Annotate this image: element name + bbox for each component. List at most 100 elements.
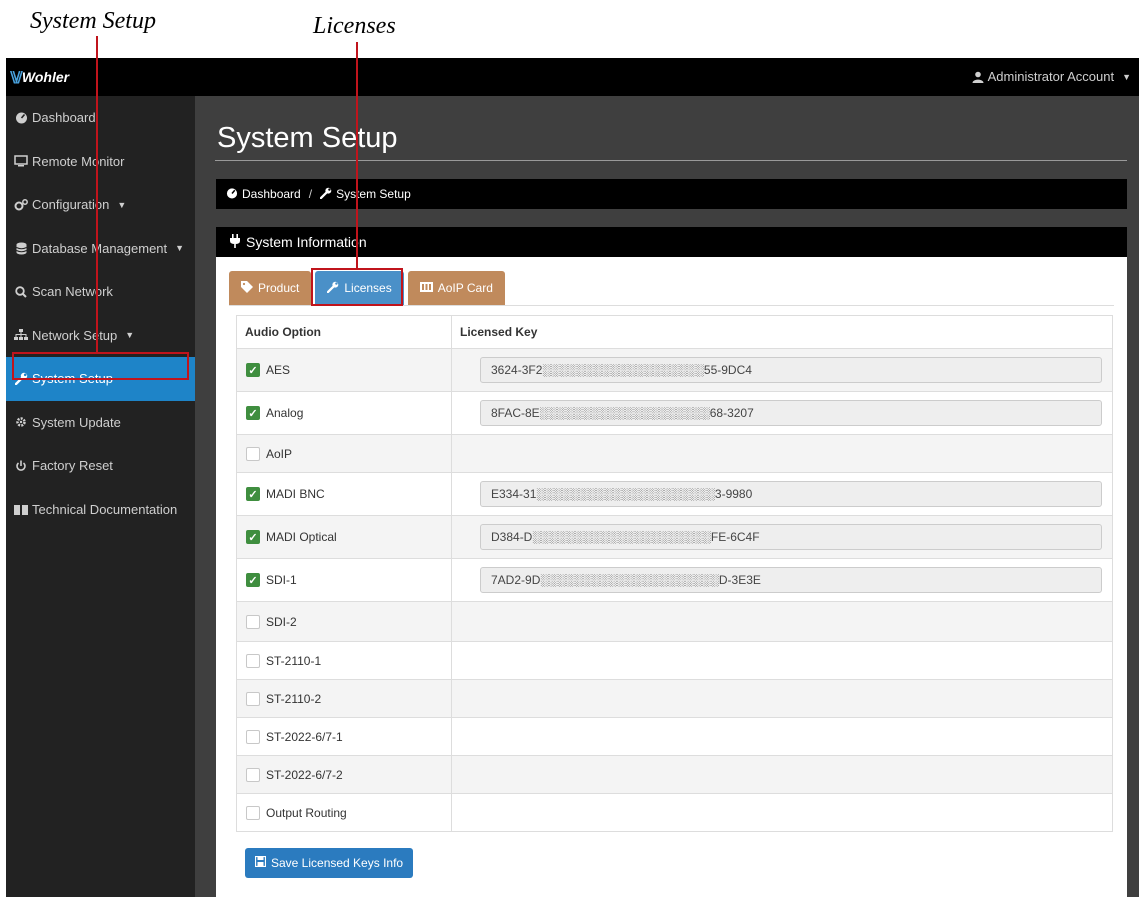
- tab-product[interactable]: Product: [229, 271, 312, 305]
- option-checkbox[interactable]: ✓: [246, 363, 260, 377]
- sitemap-icon: [14, 329, 28, 341]
- app-window: \\// Wohler Administrator Account ▼ Dash…: [6, 58, 1139, 897]
- table-header-row: Audio Option Licensed Key: [236, 315, 1113, 349]
- licenses-table: Audio Option Licensed Key ✓ AES ✓ Analog AoI…: [236, 315, 1113, 832]
- option-checkbox[interactable]: [246, 653, 260, 668]
- column-header-audio-option: Audio Option: [236, 315, 452, 349]
- option-label: SDI-1: [266, 573, 297, 587]
- audio-option: ST-2022-6/7-2: [246, 767, 451, 782]
- license-key-input[interactable]: [480, 357, 1102, 383]
- logo: \\// Wohler: [10, 68, 69, 86]
- table-row: ✓ Analog: [236, 391, 1113, 435]
- monitor-icon: [14, 155, 28, 167]
- table-row: ✓ AES: [236, 348, 1113, 392]
- gear-icon: [14, 416, 28, 428]
- audio-option-cell: ✓ AES: [236, 348, 452, 392]
- audio-option-cell: ✓ Analog: [236, 391, 452, 435]
- license-key-input[interactable]: [480, 524, 1102, 550]
- chevron-down-icon: ▼: [117, 199, 127, 210]
- system-information-panel: System Information Product Licenses AoIP…: [216, 227, 1127, 897]
- logo-mark-icon: \\//: [10, 68, 23, 86]
- audio-option-cell: ✓ MADI Optical: [236, 515, 452, 559]
- option-label: MADI Optical: [266, 530, 337, 544]
- option-checkbox[interactable]: ✓: [246, 573, 260, 587]
- option-label: ST-2022-6/7-2: [266, 767, 343, 782]
- option-label: MADI BNC: [266, 487, 325, 501]
- license-key-input[interactable]: [480, 400, 1102, 426]
- callout-box-licenses: [311, 268, 403, 306]
- option-label: SDI-2: [266, 614, 297, 629]
- licensed-key-cell: [451, 601, 1113, 642]
- sidebar-item-technical-documentation[interactable]: Technical Documentation: [6, 488, 195, 532]
- sidebar-item-network-setup[interactable]: Network Setup ▼: [6, 314, 195, 358]
- option-label: AES: [266, 363, 291, 377]
- option-label: Analog: [266, 406, 304, 420]
- tab-label: Product: [258, 281, 300, 295]
- licensed-key-cell: [451, 717, 1113, 756]
- license-key-input[interactable]: [480, 481, 1102, 507]
- audio-option: ✓ AES: [246, 363, 451, 377]
- audio-option: Output Routing: [246, 805, 451, 820]
- panel-title: System Information: [246, 234, 367, 250]
- licensed-key-cell: [451, 348, 1113, 392]
- option-checkbox[interactable]: [246, 691, 260, 706]
- audio-option-cell: ST-2110-1: [236, 641, 452, 680]
- licensed-key-cell: [451, 472, 1113, 516]
- plug-icon: [230, 233, 240, 251]
- sidebar-item-system-update[interactable]: System Update: [6, 401, 195, 445]
- audio-option: ST-2022-6/7-1: [246, 729, 451, 744]
- dashboard-icon: [226, 187, 238, 202]
- table-row: ST-2022-6/7-1: [236, 717, 1113, 756]
- sidebar-item-label: System Update: [32, 414, 121, 430]
- license-key-input[interactable]: [480, 567, 1102, 593]
- audio-option: ✓ Analog: [246, 406, 451, 420]
- option-checkbox[interactable]: [246, 446, 260, 461]
- sidebar-item-label: Remote Monitor: [32, 153, 125, 169]
- sidebar-item-label: Scan Network: [32, 284, 113, 300]
- audio-option: AoIP: [246, 446, 451, 461]
- option-label: AoIP: [266, 446, 293, 461]
- audio-option-cell: ST-2110-2: [236, 679, 452, 718]
- option-checkbox[interactable]: ✓: [246, 487, 260, 501]
- sidebar-item-label: Factory Reset: [32, 458, 113, 474]
- top-bar: \\// Wohler Administrator Account ▼: [6, 58, 1139, 96]
- account-menu[interactable]: Administrator Account ▼: [972, 69, 1131, 84]
- title-divider: [215, 160, 1127, 161]
- table-row: ST-2022-6/7-2: [236, 755, 1113, 794]
- save-licensed-keys-button[interactable]: Save Licensed Keys Info: [245, 848, 414, 878]
- audio-option: SDI-2: [246, 614, 451, 629]
- sidebar: Dashboard Remote Monitor Configuration ▼…: [6, 96, 195, 897]
- option-checkbox[interactable]: ✓: [246, 530, 260, 544]
- option-checkbox[interactable]: [246, 614, 260, 629]
- audio-option-cell: AoIP: [236, 434, 452, 473]
- option-label: ST-2110-1: [266, 653, 322, 668]
- audio-option-cell: ✓ MADI BNC: [236, 472, 452, 516]
- option-checkbox[interactable]: [246, 767, 260, 782]
- audio-option: ✓ MADI Optical: [246, 530, 451, 544]
- sidebar-item-factory-reset[interactable]: Factory Reset: [6, 444, 195, 488]
- tab-aoip-card[interactable]: AoIP Card: [407, 271, 505, 305]
- option-checkbox[interactable]: [246, 729, 260, 744]
- sidebar-item-database-management[interactable]: Database Management ▼: [6, 227, 195, 271]
- breadcrumb-current: System Setup: [336, 187, 411, 201]
- licensed-key-cell: [451, 679, 1113, 718]
- option-label: ST-2110-2: [266, 691, 322, 706]
- sidebar-item-label: Technical Documentation: [32, 501, 178, 517]
- sidebar-item-scan-network[interactable]: Scan Network: [6, 270, 195, 314]
- save-icon: [254, 855, 267, 870]
- callout-box-system-setup: [12, 352, 189, 380]
- table-row: ✓ MADI Optical: [236, 515, 1113, 559]
- breadcrumb: Dashboard / System Setup: [216, 179, 1127, 209]
- sidebar-item-dashboard[interactable]: Dashboard: [6, 96, 195, 140]
- breadcrumb-home-link[interactable]: Dashboard: [242, 187, 301, 201]
- sidebar-item-remote-monitor[interactable]: Remote Monitor: [6, 140, 195, 184]
- panel-header: System Information: [216, 227, 1127, 257]
- option-checkbox[interactable]: ✓: [246, 406, 260, 420]
- save-button-label: Save Licensed Keys Info: [271, 856, 404, 870]
- callout-line-system-setup: [96, 36, 98, 352]
- table-row: ST-2110-2: [236, 679, 1113, 718]
- sidebar-item-configuration[interactable]: Configuration ▼: [6, 183, 195, 227]
- chevron-down-icon: ▼: [125, 330, 135, 341]
- main-content: System Setup Dashboard / System Setup Sy…: [195, 96, 1139, 897]
- option-checkbox[interactable]: [246, 805, 260, 820]
